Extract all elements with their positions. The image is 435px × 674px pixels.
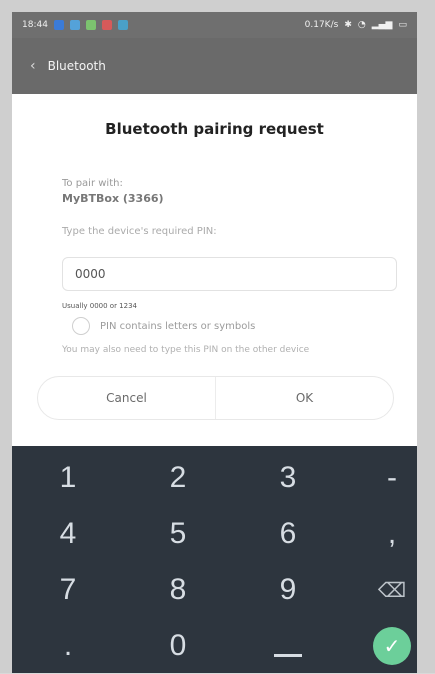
pairing-dialog: Bluetooth pairing request To pair with: …	[12, 94, 417, 446]
backspace-icon: ⌫	[377, 579, 407, 602]
pin-info: You may also need to type this PIN on th…	[62, 345, 310, 355]
pin-instruction: Type the device's required PIN:	[62, 226, 217, 237]
app-bar: ‹ Bluetooth	[12, 38, 417, 94]
ok-key[interactable]: ✓	[352, 618, 432, 674]
pin-letters-label: PIN contains letters or symbols	[100, 320, 256, 332]
status-time: 18:44	[22, 20, 48, 30]
key-0[interactable]: 0	[138, 618, 218, 674]
network-speed: 0.17K/s	[304, 20, 339, 30]
pin-input[interactable]: 0000	[62, 257, 397, 291]
mail-icon	[117, 20, 128, 30]
status-right: 0.17K/s ✱ ◔ ▂▄▆ ▭	[305, 20, 407, 30]
key-1[interactable]: 1	[28, 450, 108, 506]
message-icon	[85, 20, 96, 30]
status-left: 18:44	[22, 20, 128, 30]
key-2[interactable]: 2	[138, 450, 218, 506]
key-3[interactable]: 3	[248, 450, 328, 506]
dialog-buttons: Cancel OK	[37, 376, 394, 420]
key-9[interactable]: 9	[248, 562, 328, 618]
bluetooth-icon: ✱	[344, 20, 352, 30]
notification-icon	[101, 20, 112, 30]
numeric-keyboard: 1 2 3 - 4 5 6 , 7 8 9 ⌫ . 0 ✓	[12, 446, 417, 673]
facebook-icon	[53, 20, 64, 30]
backspace-key[interactable]: ⌫	[352, 562, 432, 618]
key-dot[interactable]: .	[28, 618, 108, 674]
pin-hint: Usually 0000 or 1234	[62, 302, 137, 310]
ok-button[interactable]: OK	[215, 377, 393, 419]
pin-value: 0000	[75, 267, 106, 281]
key-space[interactable]	[248, 618, 328, 674]
key-8[interactable]: 8	[138, 562, 218, 618]
pair-with-label: To pair with:	[62, 178, 123, 189]
key-4[interactable]: 4	[28, 506, 108, 562]
chat-icon	[69, 20, 80, 30]
phone-screen: 18:44 0.17K/s ✱ ◔ ▂▄▆ ▭ ‹ Bluetooth Blue…	[0, 0, 435, 673]
app-title: Bluetooth	[47, 59, 106, 73]
device-name: MyBTBox (3366)	[62, 192, 164, 205]
back-icon[interactable]: ‹	[30, 58, 36, 74]
key-minus[interactable]: -	[352, 450, 432, 506]
status-bar: 18:44 0.17K/s ✱ ◔ ▂▄▆ ▭	[12, 12, 417, 38]
pin-letters-option[interactable]: PIN contains letters or symbols	[72, 317, 255, 335]
key-comma[interactable]: ,	[352, 506, 432, 562]
key-6[interactable]: 6	[248, 506, 328, 562]
cancel-button[interactable]: Cancel	[38, 377, 215, 419]
key-7[interactable]: 7	[28, 562, 108, 618]
checkmark-icon: ✓	[373, 627, 411, 665]
signal-icon: ▂▄▆	[371, 20, 393, 30]
key-5[interactable]: 5	[138, 506, 218, 562]
space-underscore-icon	[274, 653, 302, 657]
pin-letters-radio[interactable]	[72, 317, 90, 335]
wifi-icon: ◔	[357, 20, 366, 30]
dialog-title: Bluetooth pairing request	[105, 120, 324, 138]
battery-icon: ▭	[398, 20, 407, 30]
